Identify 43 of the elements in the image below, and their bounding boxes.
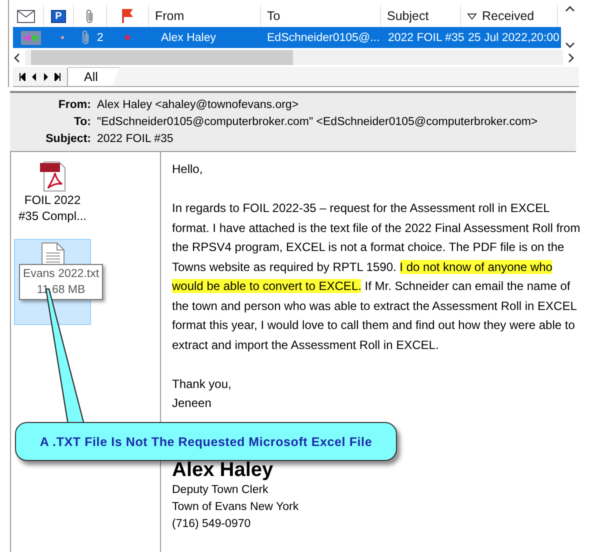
signature-line: Town of Evans New York bbox=[172, 500, 300, 514]
field-value: 2022 FOIL #35 bbox=[97, 132, 174, 144]
date-cell: 25 Jul 2022,20:00 bbox=[468, 32, 560, 44]
paragraph: Hello, bbox=[172, 161, 204, 178]
field-label: From: bbox=[57, 98, 92, 110]
sort-icon[interactable] bbox=[467, 12, 477, 20]
scroll-right-icon[interactable] bbox=[567, 52, 575, 62]
column-header[interactable]: Subject bbox=[387, 9, 429, 23]
priority-column-header[interactable]: P bbox=[51, 10, 66, 22]
column-header[interactable]: From bbox=[155, 9, 184, 23]
paragraph: Jeneen bbox=[172, 395, 212, 412]
next-icon[interactable] bbox=[43, 73, 48, 81]
dot-icon bbox=[61, 36, 64, 39]
column-header[interactable]: Received bbox=[482, 9, 534, 23]
tab[interactable]: All bbox=[68, 67, 120, 86]
column-header[interactable]: To bbox=[267, 9, 280, 23]
attachment-count: 2 bbox=[97, 32, 104, 44]
subject-cell: 2022 FOIL #35 bbox=[388, 32, 464, 44]
scroll-up-icon[interactable] bbox=[565, 5, 575, 13]
field-label: Subject: bbox=[44, 132, 92, 144]
paragraph: In regards to FOIL 2022-35 – request for the Assessment roll in EXCEL format. I have attached is the text file of the 2022 Final Assessment Roll from the RPSV4 program, EXCEL is not a format choice. The PDF file is on the Towns website as required by RPTL 1590. I do not know of anyone who would be able to convert to EXCEL. If Mr. Schneider can email the name of the town and person who was able to extract the Assessment Roll in EXCEL format this year, I would love to call them and find out how they were able to extract and import the Assessment Roll in EXCEL. bbox=[172, 200, 582, 354]
first-icon[interactable] bbox=[19, 73, 26, 81]
reply-forward-icon bbox=[21, 30, 41, 44]
flag-icon bbox=[120, 8, 134, 24]
attachment-name: FOIL 2022 #35 Compl... bbox=[17, 192, 88, 224]
sender-cell: Alex Haley bbox=[161, 32, 216, 44]
field-value: "EdSchneider0105@computerbroker.com" <EdSchneider0105@computerbroker.com> bbox=[97, 116, 538, 128]
attachment[interactable]: FOIL 2022 #35 Compl... bbox=[14, 157, 91, 229]
pdf-file-icon bbox=[38, 160, 68, 192]
envelope-icon bbox=[17, 10, 35, 22]
flag-dot-icon bbox=[125, 35, 130, 40]
scroll-left-icon[interactable] bbox=[13, 52, 21, 62]
message-row[interactable]: 2 Alex Haley EdSchneider0105@... 2022 FOIL #35 25 Jul 2022,20:00 bbox=[13, 27, 561, 48]
signature-line: (716) 549-0970 bbox=[172, 516, 252, 532]
last-icon[interactable] bbox=[54, 73, 61, 81]
field-value: Alex Haley <ahaley@townofevans.org> bbox=[97, 98, 299, 110]
previous-icon[interactable] bbox=[32, 73, 37, 81]
signature-line: Deputy Town Clerk bbox=[172, 482, 270, 498]
scroll-down-icon[interactable] bbox=[565, 41, 575, 49]
field-label: To: bbox=[72, 116, 92, 128]
paragraph: Thank you, bbox=[172, 376, 232, 392]
recipient-cell: EdSchneider0105@... bbox=[267, 32, 380, 44]
scrollbar-thumb[interactable] bbox=[31, 50, 293, 65]
